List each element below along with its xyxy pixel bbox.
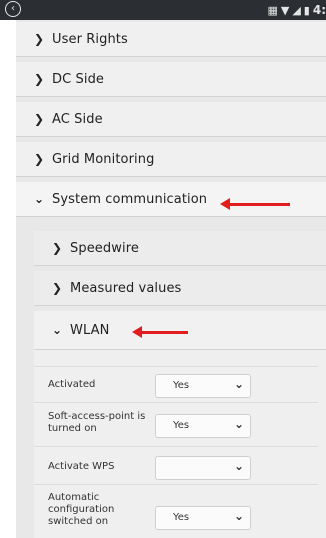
wlan-field-soft-access-point: Soft-access-point is turned on Yes ⌄ [34,402,318,447]
wlan-field-activate-wps: Activate WPS ⌄ [34,446,318,485]
chevron-right-icon: ❯ [33,72,45,86]
chevron-down-icon: ⌄ [51,323,63,337]
status-icons: ▦ ▼ ◢ ▮ 4: [267,2,326,18]
settings-scroll-area[interactable]: ❯ User Rights ❯ DC Side ❯ AC Side ❯ Grid… [16,20,326,538]
status-bar: ‹ ▦ ▼ ◢ ▮ 4: [0,0,326,20]
soft-access-point-select[interactable]: Yes ⌄ [155,414,251,438]
chevron-right-icon: ❯ [33,32,45,46]
field-label: Soft-access-point is turned on [48,411,146,434]
menu-item-label: System communication [52,191,208,207]
chevron-right-icon: ❯ [33,152,45,166]
chevron-down-icon: ⌄ [33,192,45,206]
wlan-field-activated: Activated Yes ⌄ [34,366,318,403]
clock: 4: [312,3,326,17]
red-arrow-annotation [132,326,188,338]
submenu-item-speedwire[interactable]: ❯ Speedwire [34,231,326,266]
chevron-down-icon: ⌄ [233,417,244,431]
menu-item-label: Grid Monitoring [52,151,155,167]
submenu-item-measured-values[interactable]: ❯ Measured values [34,271,326,306]
field-label: Automatic configuration switched on [48,492,115,527]
chevron-down-icon: ⌄ [233,509,244,523]
select-value: Yes [173,380,190,391]
submenu-item-label: WLAN [70,322,110,338]
menu-item-label: User Rights [52,31,128,47]
sim-icon: ▦ [267,3,278,17]
menu-item-grid-monitoring[interactable]: ❯ Grid Monitoring [16,142,326,177]
app-screen: ‹ ▦ ▼ ◢ ▮ 4: ❯ User Rights ❯ DC Side ❯ A… [0,0,326,538]
wifi-icon: ▼ [280,3,290,17]
chevron-right-icon: ❯ [51,281,63,295]
activated-select[interactable]: Yes ⌄ [155,374,251,398]
battery-icon: ▮ [303,3,310,17]
menu-item-label: DC Side [52,71,105,87]
signal-icon: ◢ [292,3,301,17]
submenu-item-label: Measured values [70,280,182,296]
chevron-down-icon: ⌄ [233,377,244,391]
select-value: Yes [173,512,190,523]
select-value: Yes [173,420,190,431]
field-label: Activate WPS [48,461,115,472]
wlan-settings-panel: Activated Yes ⌄ Soft-access-point is tur… [34,350,326,538]
field-label: Activated [48,379,96,390]
chevron-down-icon: ⌄ [233,459,244,473]
chevron-right-icon: ❯ [33,112,45,126]
automatic-configuration-select[interactable]: Yes ⌄ [155,506,251,530]
menu-item-ac-side[interactable]: ❯ AC Side [16,102,326,137]
menu-item-label: AC Side [52,111,103,127]
menu-item-system-communication[interactable]: ⌄ System communication [16,182,326,217]
menu-item-user-rights[interactable]: ❯ User Rights [16,22,326,57]
activate-wps-select[interactable]: ⌄ [155,456,251,480]
back-circle-icon[interactable]: ‹ [5,1,21,17]
wlan-field-automatic-configuration: Automatic configuration switched on Yes … [34,484,318,538]
left-rail [0,20,16,538]
submenu-item-label: Speedwire [70,240,139,256]
menu-item-dc-side[interactable]: ❯ DC Side [16,62,326,97]
chevron-right-icon: ❯ [51,241,63,255]
red-arrow-annotation [220,198,290,210]
